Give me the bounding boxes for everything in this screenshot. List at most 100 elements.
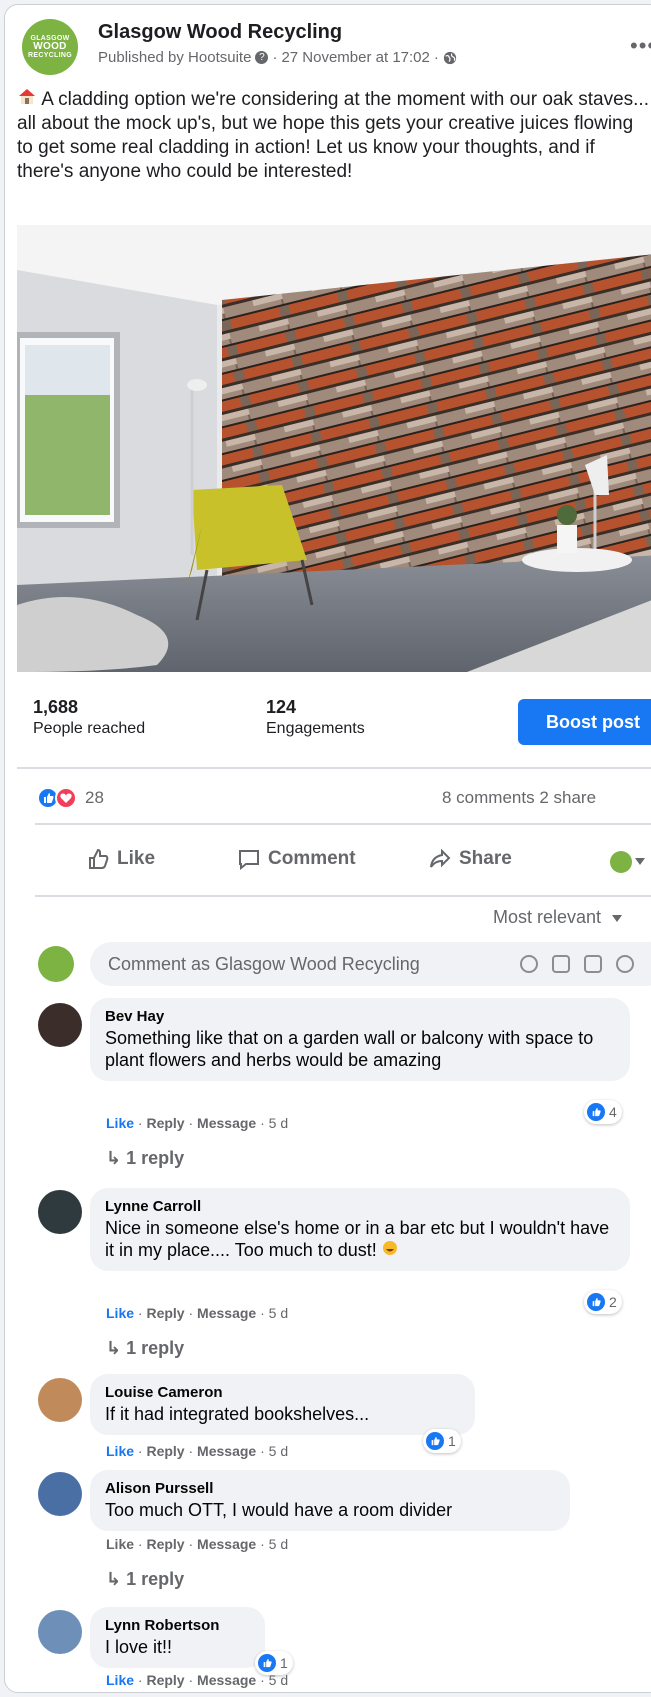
comment-bubble: Alison Purssell Too much OTT, I would ha…: [90, 1470, 570, 1531]
comment-reply-link[interactable]: Reply: [146, 1536, 184, 1552]
thumbs-up-icon: [89, 848, 109, 869]
reply-arrow-icon: ↳: [106, 1569, 122, 1589]
avatar-line-2: WOOD: [33, 41, 67, 52]
commenter-avatar[interactable]: [38, 1003, 82, 1047]
comment-message-link[interactable]: Message: [197, 1305, 256, 1321]
camera-icon[interactable]: [552, 955, 570, 973]
sep: ·: [260, 1672, 265, 1688]
comment-reaction-badge[interactable]: 1: [423, 1429, 461, 1453]
commenter-avatar[interactable]: [38, 1378, 82, 1422]
people-reached-label: People reached: [33, 720, 146, 737]
page-name-link[interactable]: Glasgow Wood Recycling: [98, 21, 342, 44]
comment-reply-link[interactable]: Reply: [146, 1115, 184, 1131]
comment-meta: Like · Reply · Message · 5 d: [106, 1672, 288, 1688]
comment-text: I love it!!: [105, 1637, 173, 1657]
comment-age[interactable]: 5 d: [269, 1305, 288, 1321]
comment-message-link[interactable]: Message: [197, 1536, 256, 1552]
emoji-icon[interactable]: [520, 955, 538, 973]
sticker-icon[interactable]: [616, 955, 634, 973]
sep: ·: [137, 1672, 143, 1688]
engagements-label: Engagements: [266, 720, 365, 737]
caret-down-icon: [635, 858, 645, 865]
comment-age[interactable]: 5 d: [269, 1443, 288, 1459]
commenter-avatar[interactable]: [38, 1610, 82, 1654]
sep: ·: [188, 1443, 194, 1459]
gif-icon[interactable]: [584, 955, 602, 973]
actor-avatar: [610, 851, 632, 873]
people-reached-stat[interactable]: 1,688 People reached: [33, 697, 145, 738]
sort-label: Most relevant: [493, 907, 602, 927]
sep: ·: [137, 1115, 143, 1131]
comment-age[interactable]: 5 d: [269, 1672, 288, 1688]
comment-author[interactable]: Lynne Carroll: [105, 1197, 616, 1217]
composer-avatar: [38, 946, 74, 982]
reply-arrow-icon: ↳: [106, 1148, 122, 1168]
comment-message-link[interactable]: Message: [197, 1443, 256, 1459]
sep: ·: [260, 1443, 265, 1459]
comment-meta: Like · Reply · Message · 5 d: [106, 1115, 288, 1131]
info-icon[interactable]: ?: [255, 51, 269, 64]
post-text: A cladding option we're considering at t…: [17, 87, 651, 184]
comment-bubble: Bev Hay Something like that on a garden …: [90, 998, 630, 1081]
page-avatar[interactable]: GLASGOW WOOD RECYCLING: [22, 19, 78, 75]
comment-reply-link[interactable]: Reply: [146, 1305, 184, 1321]
actor-selector[interactable]: [610, 851, 645, 873]
comment-text: Something like that on a garden wall or …: [105, 1028, 594, 1070]
comment-reply-link[interactable]: Reply: [146, 1443, 184, 1459]
comment-like-link[interactable]: Like: [106, 1672, 134, 1688]
more-options-button[interactable]: •••: [630, 33, 651, 59]
view-replies-link[interactable]: ↳ 1 reply: [106, 1338, 184, 1359]
like-button[interactable]: Like: [87, 848, 155, 870]
comment-author[interactable]: Alison Purssell: [105, 1479, 556, 1499]
comment-reaction-badge[interactable]: 4: [584, 1100, 622, 1124]
comment-text: Nice in someone else's home or in a bar …: [105, 1217, 616, 1261]
comment-author[interactable]: Bev Hay: [105, 1007, 616, 1027]
sep: ·: [137, 1443, 143, 1459]
meta-sep: ·: [433, 49, 439, 66]
comment-author[interactable]: Louise Cameron: [105, 1383, 461, 1403]
view-replies-link[interactable]: ↳ 1 reply: [106, 1148, 184, 1169]
comment-message-link[interactable]: Message: [197, 1115, 256, 1131]
comment-message-link[interactable]: Message: [197, 1672, 256, 1688]
replies-count: 1 reply: [126, 1338, 185, 1358]
sep: ·: [188, 1115, 194, 1131]
shares-count-link[interactable]: 2 share: [539, 788, 596, 807]
commenter-avatar[interactable]: [38, 1472, 82, 1516]
like-reaction-icon: [587, 1103, 605, 1121]
reactions-summary[interactable]: 28: [37, 787, 104, 809]
comment-author[interactable]: Lynn Robertson: [105, 1616, 251, 1636]
comments-count-link[interactable]: 8 comments: [442, 788, 535, 807]
globe-icon: [443, 51, 456, 64]
comment-meta: Like · Reply · Message · 5 d: [106, 1443, 288, 1459]
post-body: A cladding option we're considering at t…: [17, 89, 649, 182]
sep: ·: [188, 1672, 194, 1688]
comment-like-link[interactable]: Like: [106, 1115, 134, 1131]
boost-post-button[interactable]: Boost post: [518, 699, 651, 745]
reaction-count: 1: [280, 1655, 288, 1671]
commenter-avatar[interactable]: [38, 1190, 82, 1234]
share-button[interactable]: Share: [429, 848, 512, 870]
comment-meta: Like · Reply · Message · 5 d: [106, 1536, 288, 1552]
avatar-line-3: RECYCLING: [28, 52, 72, 59]
comment-text: If it had integrated bookshelves...: [105, 1404, 370, 1424]
reaction-count: 4: [609, 1104, 617, 1120]
comment-age[interactable]: 5 d: [269, 1115, 288, 1131]
comments-shares-counts[interactable]: 8 comments 2 share: [442, 788, 596, 808]
comment-age[interactable]: 5 d: [269, 1536, 288, 1552]
post-photo[interactable]: [17, 225, 651, 672]
post-meta: Published by Hootsuite ? · 27 November a…: [98, 49, 457, 66]
comment-button[interactable]: Comment: [238, 848, 356, 870]
engagements-stat[interactable]: 124 Engagements: [266, 697, 365, 738]
comment-reaction-badge[interactable]: 2: [584, 1290, 622, 1314]
people-reached-value: 1,688: [33, 697, 79, 717]
post-actions: Like Comment Share: [35, 848, 651, 878]
reaction-count: 2: [609, 1294, 617, 1310]
view-replies-link[interactable]: ↳ 1 reply: [106, 1569, 184, 1590]
post-timestamp[interactable]: 27 November at 17:02: [281, 49, 429, 66]
comment-reply-link[interactable]: Reply: [146, 1672, 184, 1688]
like-reaction-icon: [258, 1654, 276, 1672]
comment-like-link[interactable]: Like: [106, 1443, 134, 1459]
comment-like-link[interactable]: Like: [106, 1305, 134, 1321]
comment-like-link[interactable]: Like: [106, 1536, 134, 1552]
comment-sort-dropdown[interactable]: Most relevant: [493, 907, 623, 928]
